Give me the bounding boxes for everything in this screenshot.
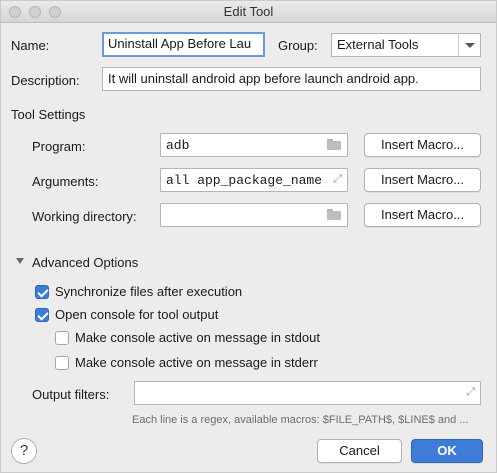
program-value: adb [166, 138, 190, 153]
folder-icon[interactable] [327, 209, 341, 220]
chevron-down-icon [465, 43, 475, 48]
synchronize-files-label[interactable]: Synchronize files after execution [55, 284, 242, 299]
folder-icon[interactable] [327, 139, 341, 150]
open-console-checkbox[interactable] [35, 308, 49, 322]
console-active-stderr-checkbox[interactable] [55, 356, 69, 370]
program-label: Program: [32, 139, 86, 154]
arguments-input[interactable]: all app_package_name ⤢ [160, 168, 348, 192]
working-directory-insert-macro-button[interactable]: Insert Macro... [364, 203, 481, 227]
output-filters-hint: Each line is a regex, available macros: … [132, 414, 469, 426]
output-filters-input[interactable]: ⤢ [134, 381, 481, 405]
description-input[interactable]: It will uninstall android app before lau… [102, 67, 481, 91]
arguments-insert-macro-button[interactable]: Insert Macro... [364, 168, 481, 192]
arguments-label: Arguments: [32, 174, 99, 189]
console-active-stdout-checkbox[interactable] [55, 331, 69, 345]
group-label: Group: [278, 38, 318, 53]
arguments-value: all app_package_name [166, 173, 323, 188]
console-active-stdout-label[interactable]: Make console active on message in stdout [75, 330, 320, 345]
disclosure-triangle-icon[interactable] [16, 258, 24, 264]
ok-button[interactable]: OK [411, 439, 483, 463]
output-filters-label: Output filters: [32, 387, 110, 402]
help-button[interactable]: ? [11, 438, 37, 464]
title-bar: Edit Tool [1, 1, 496, 23]
name-label: Name: [11, 38, 50, 53]
window-title: Edit Tool [223, 4, 274, 19]
description-label: Description: [11, 73, 80, 88]
working-directory-input[interactable] [160, 203, 348, 227]
edit-tool-dialog: Edit Tool Name: Uninstall App Before Lau… [0, 0, 497, 473]
tool-settings-heading: Tool Settings [11, 107, 86, 122]
open-console-label[interactable]: Open console for tool output [55, 307, 218, 322]
group-dropdown-toggle[interactable] [458, 34, 480, 56]
group-select-value: External Tools [337, 37, 419, 52]
working-directory-label: Working directory: [32, 209, 137, 224]
expand-icon[interactable]: ⤢ [333, 173, 342, 185]
name-input[interactable]: Uninstall App Before Lau [102, 32, 265, 57]
program-input[interactable]: adb [160, 133, 348, 157]
console-active-stderr-label[interactable]: Make console active on message in stderr [75, 355, 318, 370]
program-insert-macro-button[interactable]: Insert Macro... [364, 133, 481, 157]
group-select[interactable]: External Tools [331, 33, 481, 57]
cancel-button[interactable]: Cancel [317, 439, 402, 463]
synchronize-files-checkbox[interactable] [35, 285, 49, 299]
advanced-options-heading[interactable]: Advanced Options [32, 255, 138, 270]
expand-icon[interactable]: ⤢ [466, 386, 475, 398]
